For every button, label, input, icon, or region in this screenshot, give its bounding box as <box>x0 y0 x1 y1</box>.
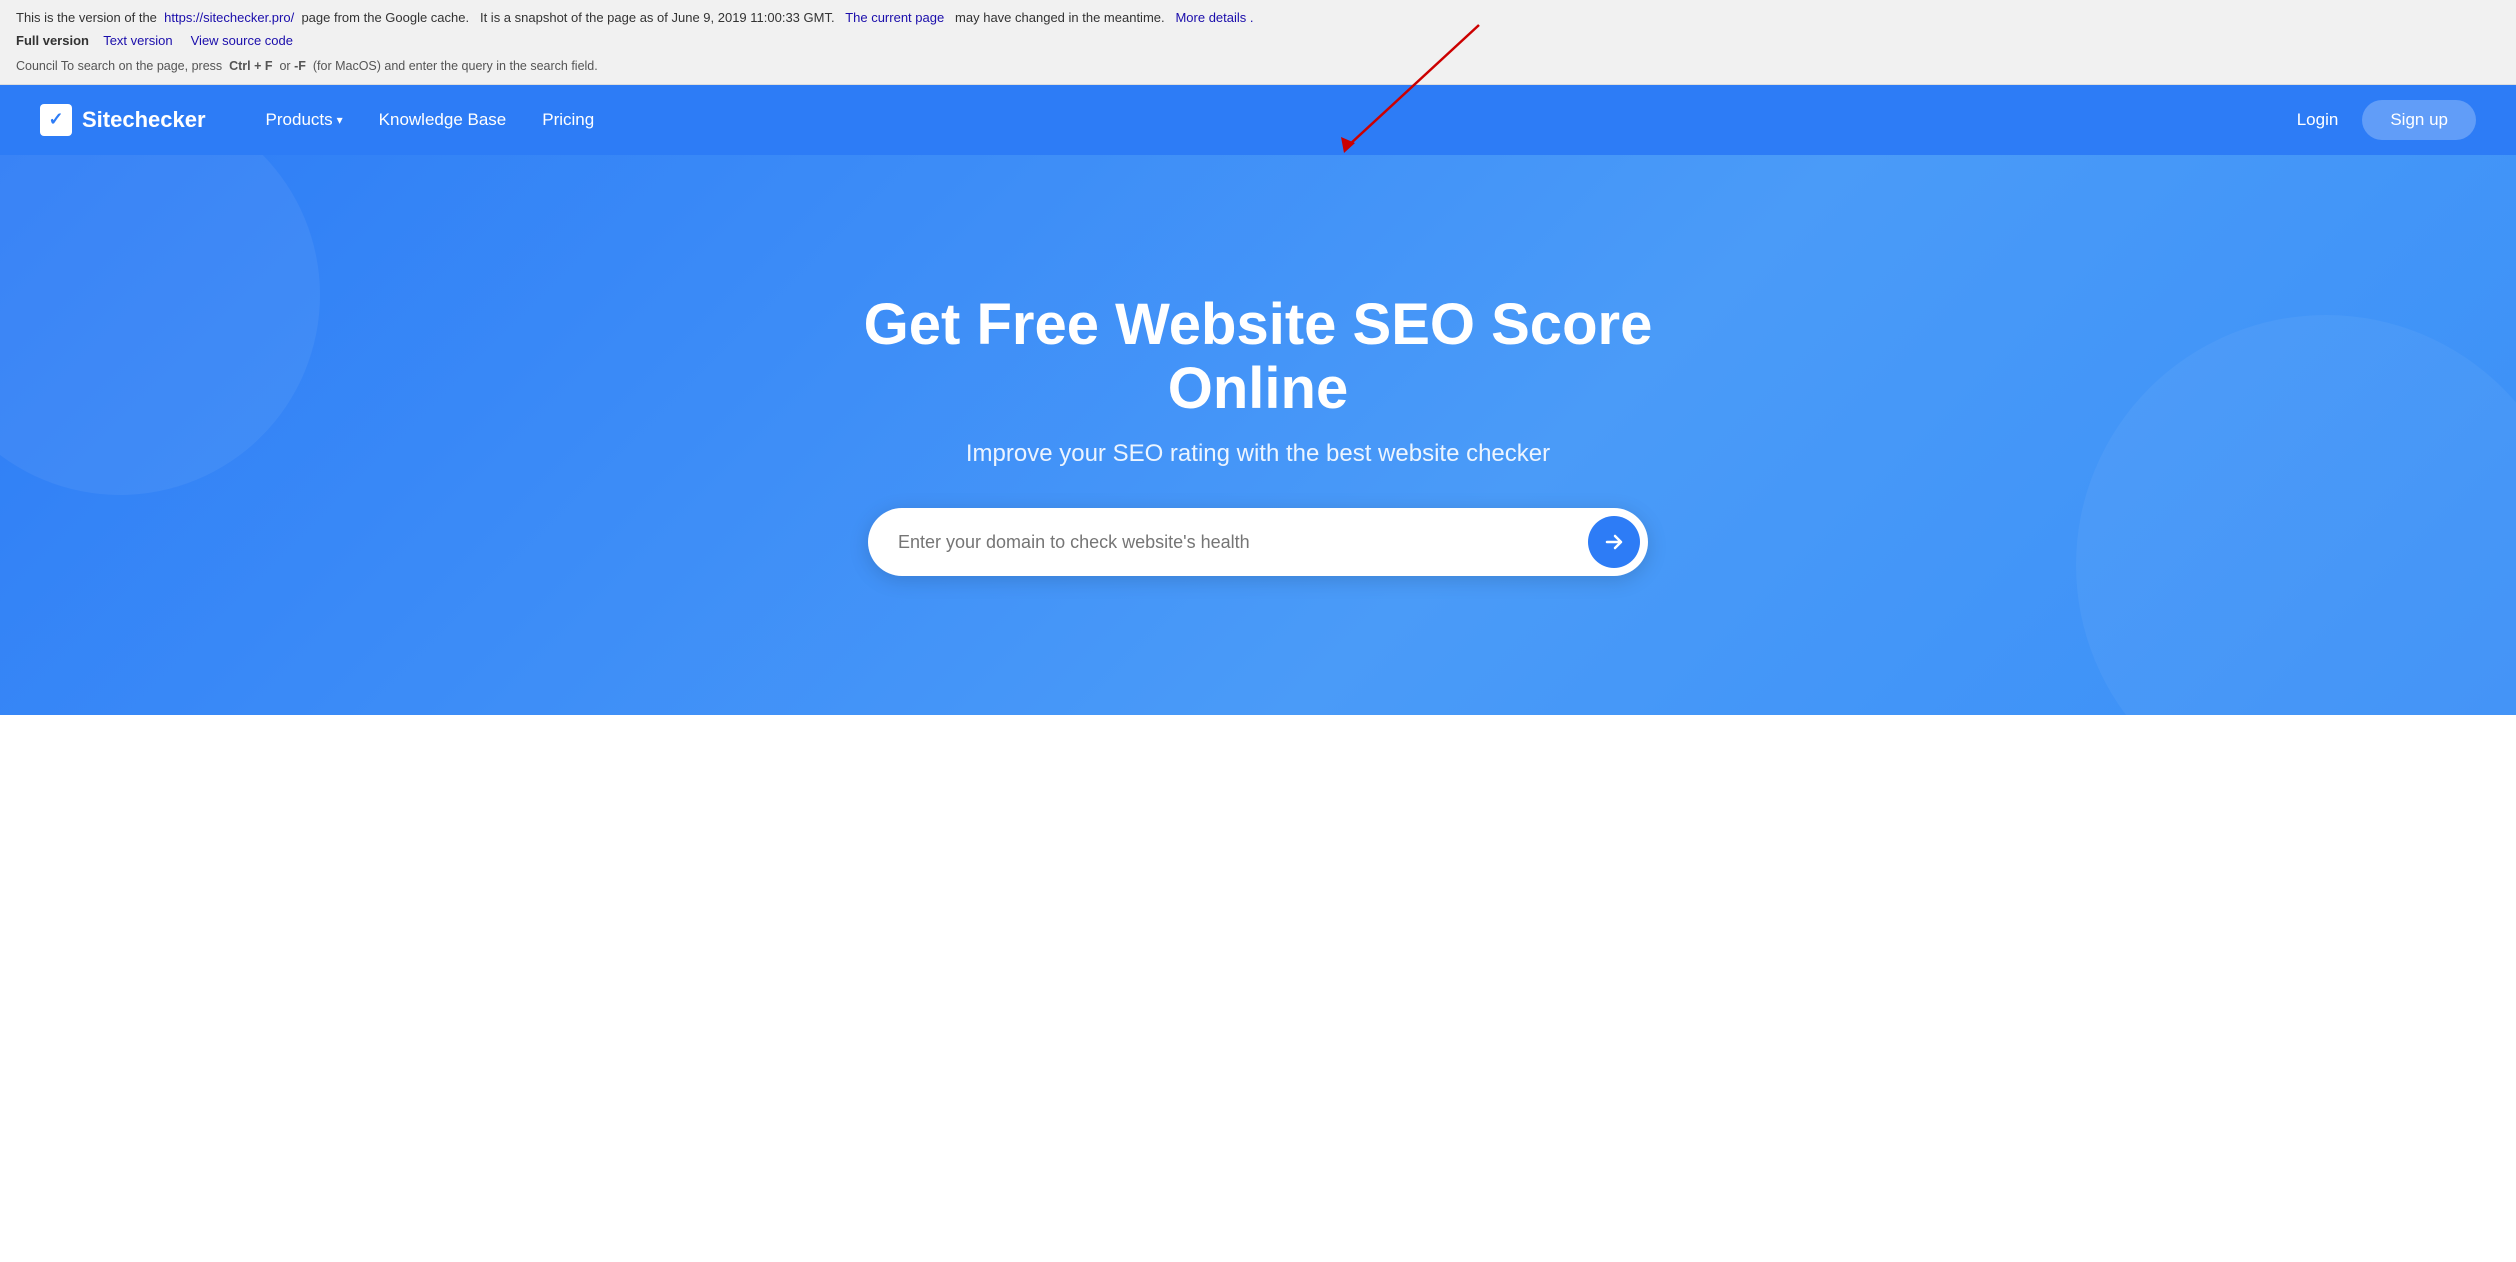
chevron-down-icon: ▾ <box>337 113 343 127</box>
nav-pricing[interactable]: Pricing <box>542 110 594 130</box>
or-text: or <box>279 59 290 73</box>
hero-title: Get Free Website SEO Score Online <box>808 293 1708 421</box>
text-version-link[interactable]: Text version <box>103 33 172 48</box>
login-button[interactable]: Login <box>2297 110 2339 130</box>
mac-tip: (for MacOS) and enter the query in the s… <box>313 59 598 73</box>
search-submit-button[interactable] <box>1588 516 1640 568</box>
ctrl-f: Ctrl + F <box>229 59 272 73</box>
may-changed-text: may have changed in the meantime. <box>955 10 1165 25</box>
cache-prefix: This is the version of the <box>16 10 157 25</box>
navbar-actions: Login Sign up <box>2297 100 2476 140</box>
nav-knowledge-base-label: Knowledge Base <box>379 110 507 130</box>
navbar: ✓ Sitechecker Products ▾ Knowledge Base … <box>0 85 2516 155</box>
cached-url-link[interactable]: https://sitechecker.pro/ <box>164 10 294 25</box>
cache-banner: This is the version of the https://sitec… <box>0 0 2516 85</box>
hero-subtitle: Improve your SEO rating with the best we… <box>966 440 1550 468</box>
domain-search-bar <box>868 508 1648 576</box>
full-version-label[interactable]: Full version <box>16 33 89 48</box>
signup-button[interactable]: Sign up <box>2362 100 2476 140</box>
nav-products-label: Products <box>266 110 333 130</box>
navbar-nav: Products ▾ Knowledge Base Pricing <box>266 110 2297 130</box>
current-page-link[interactable]: The current page <box>845 10 944 25</box>
logo[interactable]: ✓ Sitechecker <box>40 104 206 136</box>
nav-products[interactable]: Products ▾ <box>266 110 343 130</box>
nav-pricing-label: Pricing <box>542 110 594 130</box>
logo-text: Sitechecker <box>82 107 206 133</box>
more-details-link[interactable]: More details . <box>1175 10 1253 25</box>
snapshot-text: It is a snapshot of the page as of June … <box>480 10 835 25</box>
view-source-link[interactable]: View source code <box>191 33 293 48</box>
logo-checkmark-icon: ✓ <box>40 104 72 136</box>
tip-prefix: Council To search on the page, press <box>16 59 222 73</box>
hero-section: Get Free Website SEO Score Online Improv… <box>0 155 2516 715</box>
domain-search-input[interactable] <box>898 532 1588 553</box>
cache-suffix: page from the Google cache. <box>301 10 469 25</box>
nav-knowledge-base[interactable]: Knowledge Base <box>379 110 507 130</box>
dash-f: -F <box>294 59 306 73</box>
arrow-right-icon <box>1602 530 1626 554</box>
